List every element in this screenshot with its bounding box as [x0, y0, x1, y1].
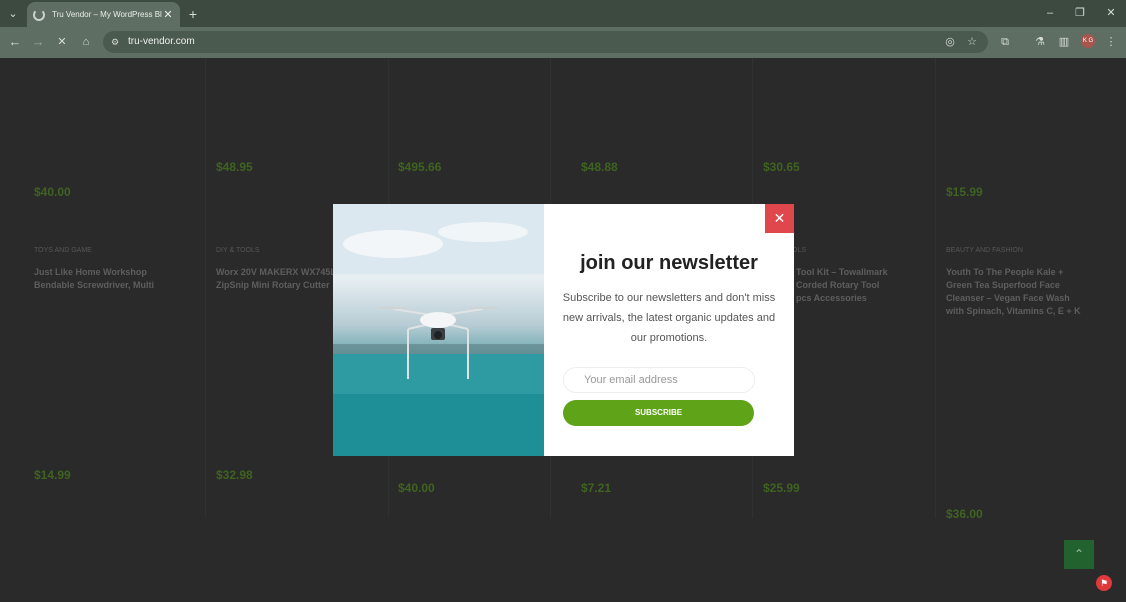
- popup-title: join our newsletter: [580, 252, 758, 274]
- column-divider: [205, 58, 206, 518]
- product-price: $40.00: [398, 481, 435, 495]
- browser-toolbar: ← → ✕ ⌂ ⚙ tru-vendor.com ◎ ☆ ⧉ ⚗ ▥ K G ⋮: [0, 27, 1126, 58]
- product-title[interactable]: Tool Kit – Towallmark Corded Rotary Tool…: [796, 266, 896, 305]
- home-icon[interactable]: ⌂: [79, 35, 93, 49]
- product-price: $14.99: [34, 468, 71, 482]
- product-price: $7.21: [581, 481, 612, 495]
- browser-tab[interactable]: Tru Vendor – My WordPress Bl ✕: [27, 2, 180, 27]
- subscribe-button[interactable]: SUBSCRIBE: [563, 400, 754, 426]
- product-price: $32.98: [216, 468, 253, 482]
- product-price: $495.66: [398, 160, 442, 174]
- product-price: $36.00: [946, 507, 983, 521]
- loading-spinner-icon: [33, 8, 45, 21]
- product-title[interactable]: Youth To The People Kale + Green Tea Sup…: [946, 266, 1081, 318]
- product-category[interactable]: DIY & TOOLS: [216, 247, 260, 254]
- tab-search-icon[interactable]: ⌄: [6, 7, 20, 21]
- address-bar[interactable]: ⚙ tru-vendor.com ◎ ☆: [103, 31, 988, 53]
- profile-avatar[interactable]: K G: [1081, 34, 1095, 48]
- drone-illustration: [333, 204, 544, 456]
- product-category[interactable]: BEAUTY AND FASHION: [946, 247, 1023, 254]
- scroll-to-top-button[interactable]: ⌃: [1064, 540, 1094, 569]
- product-price: $40.00: [34, 185, 71, 199]
- product-title[interactable]: Just Like Home Workshop Bendable Screwdr…: [34, 266, 174, 292]
- bookmark-star-icon[interactable]: ☆: [965, 35, 979, 49]
- browser-tab-strip: ⌄ Tru Vendor – My WordPress Bl ✕ + – ❐ ✕: [0, 0, 1126, 27]
- product-title[interactable]: Worx 20V MAKERX WX745L ZipSnip Mini Rota…: [216, 266, 336, 292]
- stop-loading-icon[interactable]: ✕: [55, 35, 69, 49]
- restore-icon[interactable]: ❐: [1073, 6, 1087, 20]
- product-price: $30.65: [763, 160, 800, 174]
- eye-off-icon[interactable]: ◎: [943, 35, 957, 49]
- menu-icon[interactable]: ⋮: [1104, 35, 1118, 49]
- product-price: $48.88: [581, 160, 618, 174]
- product-category[interactable]: OLS: [792, 247, 806, 254]
- close-tab-icon[interactable]: ✕: [162, 8, 174, 21]
- column-divider: [935, 58, 936, 518]
- close-popup-button[interactable]: ✕: [765, 204, 794, 233]
- email-input[interactable]: [563, 367, 755, 393]
- minimize-icon[interactable]: –: [1043, 6, 1057, 20]
- tab-title: Tru Vendor – My WordPress Bl: [52, 10, 162, 19]
- product-price: $15.99: [946, 185, 983, 199]
- page-content: $40.00 $48.95 $495.66 $48.88 $30.65 $15.…: [0, 58, 1126, 602]
- product-price: $25.99: [763, 481, 800, 495]
- newsletter-popup: ✕ join our newsletter Subscribe to our n…: [333, 204, 794, 456]
- back-icon[interactable]: ←: [8, 35, 22, 49]
- extensions-icon[interactable]: ⧉: [998, 35, 1012, 49]
- new-tab-icon[interactable]: +: [186, 7, 200, 21]
- labs-icon[interactable]: ⚗: [1033, 35, 1047, 49]
- close-window-icon[interactable]: ✕: [1104, 6, 1118, 20]
- product-price: $48.95: [216, 160, 253, 174]
- notification-badge-icon[interactable]: ⚑: [1096, 575, 1112, 591]
- site-settings-icon[interactable]: ⚙: [108, 35, 122, 49]
- product-category[interactable]: TOYS AND GAME: [34, 247, 92, 254]
- side-panel-icon[interactable]: ▥: [1057, 35, 1071, 49]
- url-text: tru-vendor.com: [128, 36, 195, 47]
- popup-description: Subscribe to our newsletters and don't m…: [562, 292, 776, 344]
- forward-icon[interactable]: →: [31, 35, 45, 49]
- drone-image: [333, 204, 544, 456]
